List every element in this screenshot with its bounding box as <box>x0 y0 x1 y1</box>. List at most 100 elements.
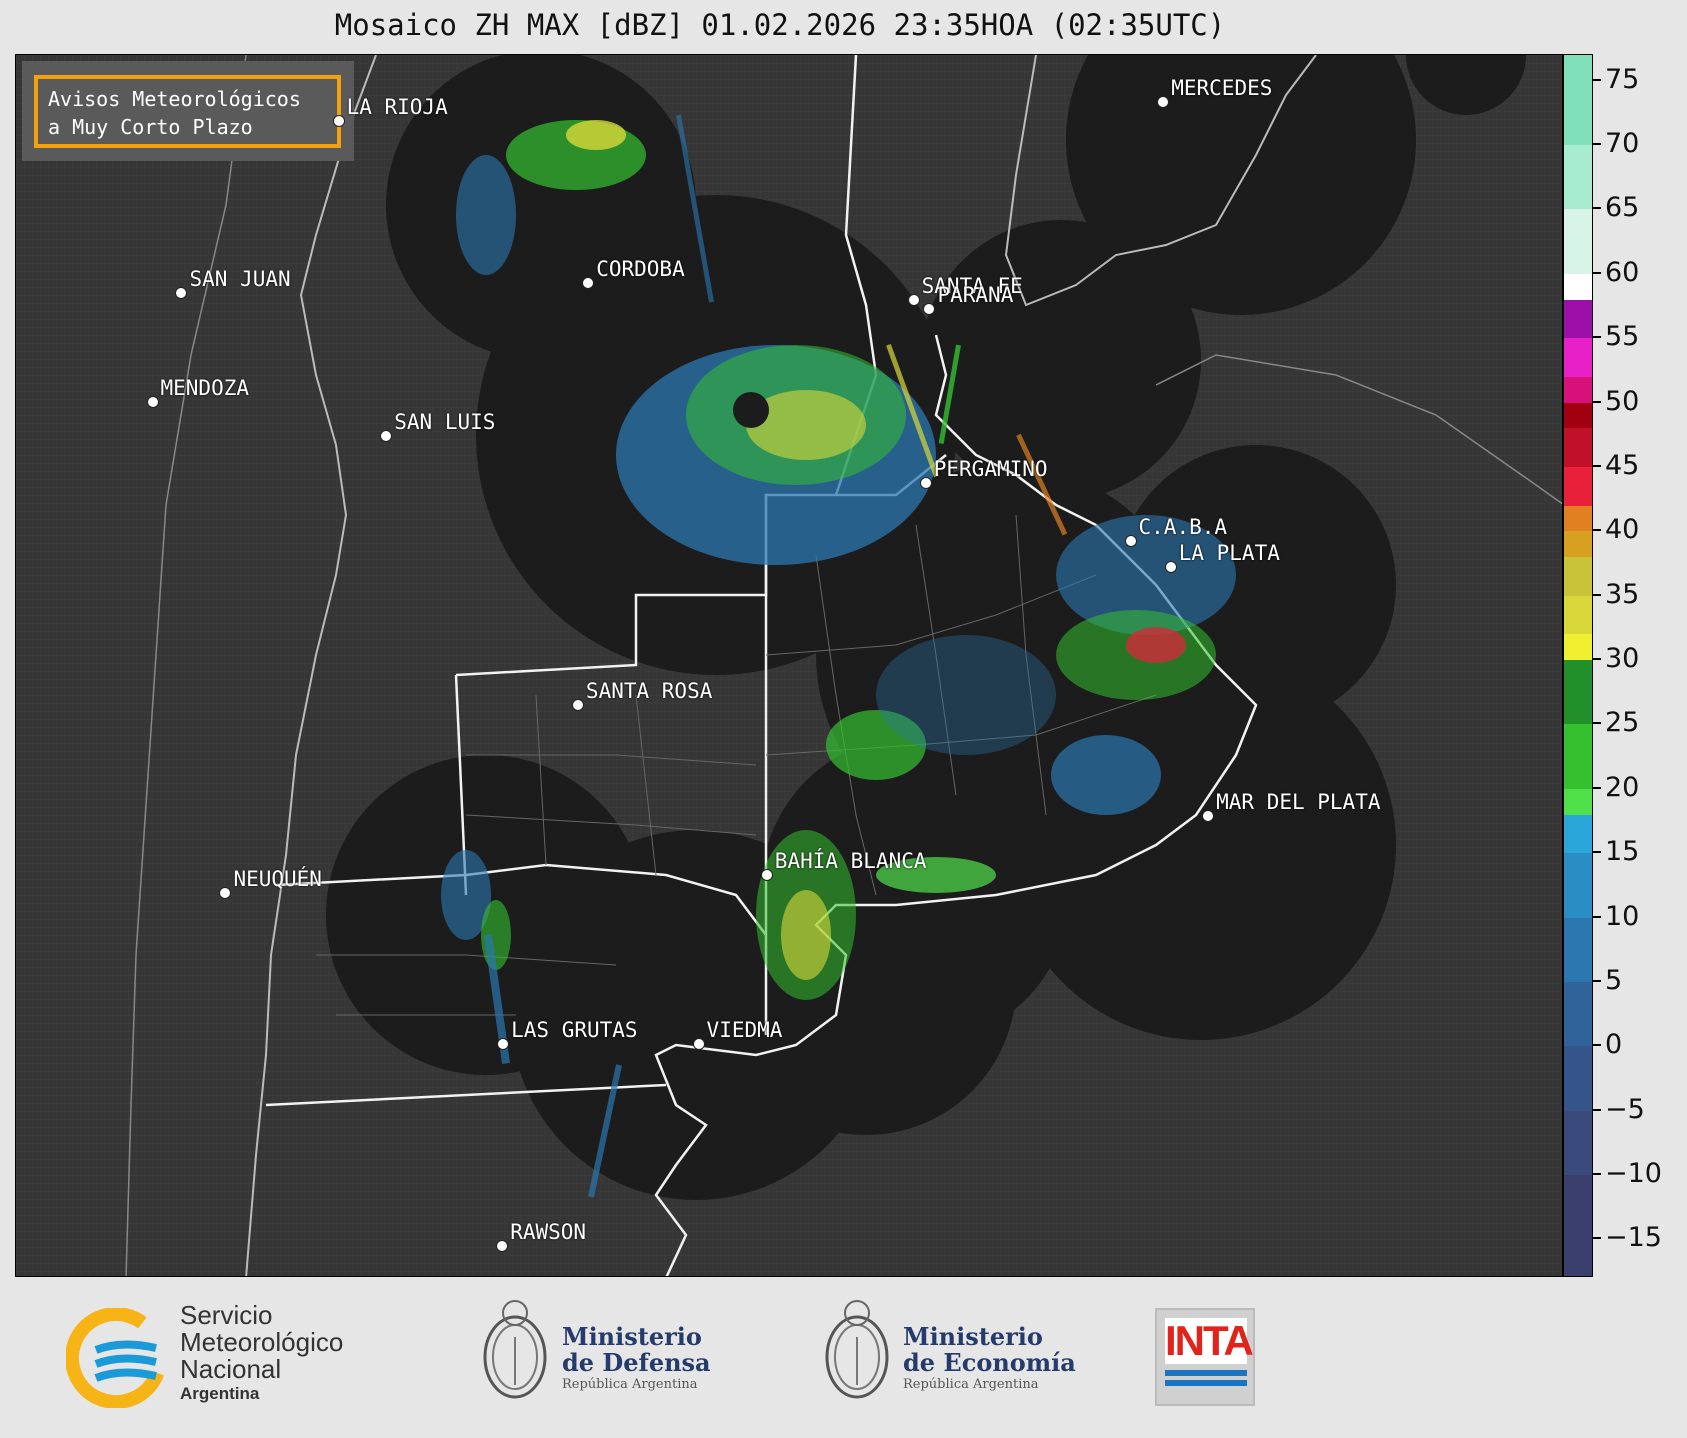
colorbar-segment <box>1564 531 1592 558</box>
city-marker[interactable] <box>146 396 159 409</box>
colorbar-tick-label: 15 <box>1605 836 1640 868</box>
colorbar-segment <box>1564 1046 1592 1111</box>
city-marker[interactable] <box>1164 560 1177 573</box>
economia-line3: República Argentina <box>903 1377 1039 1392</box>
colorbar-tick-label: −5 <box>1605 1093 1645 1125</box>
city-label: LAS GRUTAS <box>511 1018 638 1042</box>
colorbar-tick <box>1593 1237 1601 1240</box>
defensa-text: Ministerio de Defensa República Argentin… <box>562 1324 711 1394</box>
colorbar-tick-label: 30 <box>1605 643 1640 675</box>
colorbar-segment <box>1564 145 1592 210</box>
city-label: C.A.B.A <box>1138 515 1228 539</box>
colorbar-tick-label: 0 <box>1605 1029 1623 1061</box>
colorbar-tick-label: 50 <box>1605 385 1640 417</box>
colorbar-tick <box>1593 915 1601 918</box>
colorbar-segment <box>1564 338 1592 377</box>
city-label: VIEDMA <box>706 1018 783 1042</box>
colorbar-tick-label: 60 <box>1605 256 1640 288</box>
city-marker[interactable] <box>332 114 345 127</box>
colorbar-segment <box>1564 209 1592 274</box>
colorbar-segment <box>1564 660 1592 725</box>
radar-map[interactable]: Avisos Meteorológicos a Muy Corto Plazo … <box>15 54 1563 1277</box>
colorbar-tick <box>1593 658 1601 661</box>
colorbar-segment <box>1564 814 1592 854</box>
city-marker[interactable] <box>760 868 773 881</box>
colorbar-tick <box>1593 851 1601 854</box>
colorbar-tick-label: 70 <box>1605 128 1640 160</box>
colorbar-segment <box>1564 505 1592 532</box>
colorbar-tick <box>1593 593 1601 596</box>
city-label: SAN LUIS <box>394 409 496 434</box>
city-marker[interactable] <box>380 429 393 442</box>
smn-line1: Servicio <box>180 1300 273 1330</box>
smn-line3: Nacional <box>180 1354 282 1384</box>
map-canvas <box>16 55 1562 1276</box>
city-label: LA RIOJA <box>346 94 448 119</box>
city-marker[interactable] <box>923 302 936 315</box>
city-label: LA PLATA <box>1178 540 1280 565</box>
colorbar-tick-label: 55 <box>1605 321 1640 353</box>
defensa-emblem-icon <box>483 1300 547 1399</box>
colorbar-tick-label: 45 <box>1605 449 1640 481</box>
city-label: RAWSON <box>510 1219 587 1244</box>
inta-stripe-2 <box>1165 1380 1247 1386</box>
colorbar-segment <box>1564 1110 1592 1175</box>
colorbar-tick <box>1593 207 1601 210</box>
inta-label: INTA <box>1165 1317 1254 1364</box>
economia-line2: de Economía <box>903 1348 1076 1377</box>
colorbar-segment <box>1564 981 1592 1047</box>
inta-stripe-1 <box>1165 1370 1247 1376</box>
colorbar-segment <box>1564 788 1592 815</box>
colorbar-tick-label: 35 <box>1605 578 1640 610</box>
colorbar-tick-label: −10 <box>1605 1158 1662 1189</box>
city-label: SAN JUAN <box>189 267 291 292</box>
colorbar-segment <box>1564 917 1592 982</box>
colorbar-tick <box>1593 464 1601 467</box>
defensa-line1: Ministerio <box>562 1322 702 1351</box>
colorbar-tick-label: 25 <box>1605 707 1640 739</box>
colorbar-tick <box>1593 78 1601 81</box>
defensa-line3: República Argentina <box>562 1377 698 1392</box>
colorbar-tick <box>1593 1044 1601 1047</box>
colorbar-segment <box>1564 402 1592 429</box>
colorbar-segment <box>1564 595 1592 635</box>
city-marker[interactable] <box>496 1239 509 1252</box>
economia-text: Ministerio de Economía República Argenti… <box>903 1324 1076 1394</box>
city-label: PERGAMINO <box>933 457 1048 482</box>
inta-logo: INTA <box>1155 1308 1255 1406</box>
city-marker[interactable] <box>692 1038 705 1050</box>
colorbar-tick <box>1593 271 1601 274</box>
colorbar-segment <box>1564 55 1592 146</box>
footer: Servicio Meteorológico Nacional Argentin… <box>0 1280 1687 1438</box>
colorbar-tick-label: −15 <box>1605 1222 1662 1254</box>
colorbar-tick-label: 20 <box>1605 771 1640 803</box>
city-label: MERCEDES <box>1171 75 1273 100</box>
colorbar-segment <box>1564 273 1592 300</box>
city-marker[interactable] <box>907 294 920 307</box>
smn-text: Servicio Meteorológico Nacional Argentin… <box>180 1302 343 1405</box>
colorbar-segment <box>1564 1175 1592 1276</box>
city-label: CORDOBA <box>596 257 685 282</box>
defensa-line2: de Defensa <box>562 1348 711 1377</box>
colorbar-tick <box>1593 336 1601 339</box>
city-marker[interactable] <box>571 698 584 711</box>
colorbar-tick-label: 65 <box>1605 192 1640 224</box>
warning-link[interactable]: Avisos Meteorológicos a Muy Corto Plazo <box>34 75 341 148</box>
colorbar-segment <box>1564 299 1592 339</box>
colorbar-tick <box>1593 143 1601 146</box>
colorbar-segment <box>1564 634 1592 661</box>
city-marker[interactable] <box>1124 535 1137 547</box>
economia-emblem-icon <box>825 1300 889 1399</box>
colorbar-tick <box>1593 1173 1601 1175</box>
smn-logo-icon <box>66 1308 167 1408</box>
colorbar-tick <box>1593 722 1601 725</box>
colorbar-tick-label: 40 <box>1605 514 1640 546</box>
colorbar-tick-label: 5 <box>1605 964 1623 996</box>
economia-line1: Ministerio <box>903 1322 1043 1351</box>
colorbar-segment <box>1564 853 1592 918</box>
smn-line2: Meteorológico <box>180 1327 344 1357</box>
map-title: Mosaico ZH MAX [dBZ] 01.02.2026 23:35HOA… <box>334 8 1226 42</box>
warning-panel[interactable]: Avisos Meteorológicos a Muy Corto Plazo <box>22 61 354 161</box>
warning-line2: a Muy Corto Plazo <box>48 115 253 139</box>
city-label: MAR DEL PLATA <box>1216 790 1381 815</box>
